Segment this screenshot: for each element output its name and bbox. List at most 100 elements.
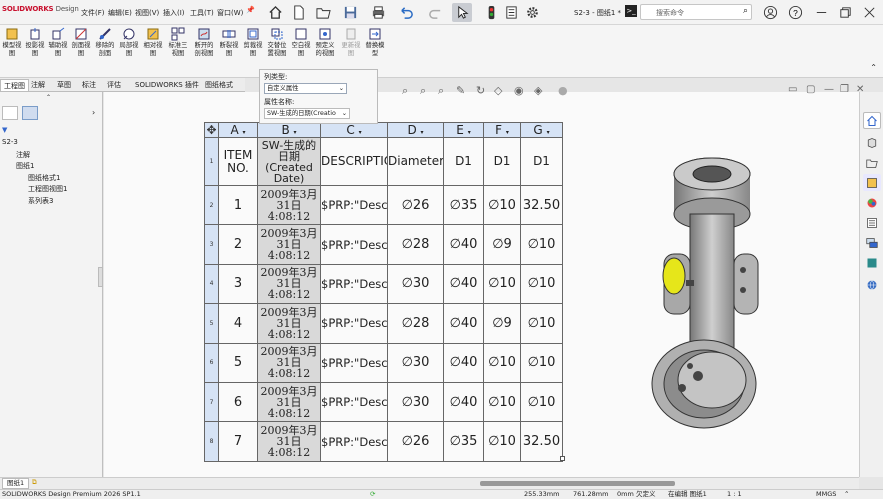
panel-expand-chevron-icon[interactable]: › — [92, 108, 95, 117]
viewport-split-icon[interactable]: ▭ — [788, 84, 797, 95]
tree-item-sheet1[interactable]: 图纸1 — [16, 161, 34, 171]
table-cell[interactable]: ∅28 — [387, 303, 444, 344]
tab-markup[interactable]: 标注 — [79, 79, 99, 91]
table-cell[interactable]: ∅40 — [443, 303, 484, 344]
table-cell[interactable]: 6 — [218, 381, 258, 423]
table-cell[interactable]: ∅35 — [443, 421, 484, 462]
tab-annotation[interactable]: 注解 — [28, 79, 48, 91]
ribbon-detail-view-button[interactable]: 局部视图 — [117, 27, 141, 77]
hide-show-icon[interactable]: ◈ — [534, 84, 542, 97]
custom-properties-icon[interactable] — [863, 214, 881, 231]
save-icon[interactable] — [340, 3, 360, 22]
3dexperience-icon[interactable] — [863, 254, 881, 271]
table-cell[interactable]: 7 — [218, 421, 258, 462]
header-cell-selected[interactable]: SW-生成的日期(Created Date) — [257, 137, 321, 186]
row-number[interactable]: 7 — [204, 381, 219, 423]
print-icon[interactable] — [368, 3, 388, 22]
row-number[interactable]: 1 — [204, 137, 219, 186]
column-type-select[interactable]: 自定义属性 ⌄ — [264, 83, 347, 94]
design-library-icon[interactable] — [863, 134, 881, 151]
table-cell[interactable]: 2009年3月31日 4:08:12 — [257, 381, 321, 423]
globe-icon[interactable] — [863, 276, 881, 293]
table-cell[interactable]: 32.50 — [520, 184, 563, 226]
row-number[interactable]: 4 — [204, 263, 219, 305]
property-name-select[interactable]: SW-生成的日期(Creatio ⌄ — [264, 108, 350, 119]
viewport-expand-icon[interactable]: ▢ — [806, 84, 815, 95]
ribbon-relative-view-button[interactable]: 相对视图 — [141, 27, 165, 77]
solidworks-resources-icon[interactable] — [863, 112, 881, 129]
table-cell[interactable]: $PRP:"Description" — [320, 224, 388, 265]
appearance-icon[interactable]: ● — [558, 84, 568, 97]
table-cell[interactable]: 4 — [218, 303, 258, 344]
pan-icon[interactable]: ✎ — [456, 84, 465, 97]
column-letter-e[interactable]: E ▾ — [443, 122, 484, 138]
row-number[interactable]: 3 — [204, 224, 219, 265]
header-cell[interactable]: D1 — [483, 137, 521, 186]
tree-item-sheet-format1[interactable]: 图纸格式1 — [28, 173, 60, 183]
tree-item-annotations[interactable]: 注解 — [16, 150, 30, 160]
header-cell[interactable]: D1 — [443, 137, 484, 186]
user-account-icon[interactable] — [760, 3, 780, 22]
tab-addins[interactable]: SOLIDWORKS 插件 — [132, 79, 202, 91]
display-style-icon[interactable]: ◉ — [514, 84, 524, 97]
table-cell[interactable]: ∅30 — [387, 263, 444, 305]
forum-icon[interactable] — [863, 234, 881, 251]
column-letter-b[interactable]: B ▾ — [257, 122, 321, 138]
ribbon-collapse-chevron-icon[interactable]: ⌃ — [870, 63, 877, 72]
status-scale[interactable]: 1 : 1 — [727, 490, 742, 499]
ribbon-auxiliary-view-button[interactable]: 辅助视图 — [46, 27, 70, 77]
menu-edit[interactable]: 编辑(E) — [108, 8, 132, 18]
table-cell[interactable]: ∅40 — [443, 342, 484, 383]
part-3d-model[interactable] — [642, 154, 780, 440]
table-cell[interactable]: 2009年3月31日 4:08:12 — [257, 421, 321, 462]
table-cell[interactable]: ∅30 — [387, 381, 444, 423]
filter-icon[interactable]: ▼ — [2, 126, 7, 134]
table-cell[interactable]: ∅26 — [387, 184, 444, 226]
menu-tools[interactable]: 工具(T) — [190, 8, 214, 18]
general-table[interactable]: ✥ A ▾ B ▾ C ▾ D ▾ E ▾ F ▾ G ▾ 1 ITEM NO.… — [204, 122, 565, 462]
close-window-icon[interactable] — [859, 3, 879, 22]
table-cell[interactable]: 3 — [218, 263, 258, 305]
row-number[interactable]: 8 — [204, 421, 219, 462]
table-cell[interactable]: ∅10 — [520, 381, 563, 423]
search-commands-input[interactable]: 搜索命令 ⌕ — [640, 4, 752, 20]
panel-resize-handle[interactable] — [98, 267, 103, 287]
new-document-icon[interactable] — [288, 3, 308, 22]
header-cell[interactable]: DESCRIPTION — [320, 137, 388, 186]
tree-item-drawing-view1[interactable]: 工程图视图1 — [28, 184, 67, 194]
view-orientation-icon[interactable]: ◇ — [494, 84, 502, 97]
table-cell[interactable]: ∅28 — [387, 224, 444, 265]
table-cell[interactable]: 32.50 — [520, 421, 563, 462]
table-cell[interactable]: $PRP:"Description" — [320, 303, 388, 344]
home-icon[interactable] — [265, 3, 285, 22]
zoom-area-icon[interactable]: ⌕ — [420, 84, 426, 98]
ribbon-removed-section-button[interactable]: 移除的剖面 — [93, 27, 117, 77]
horizontal-scrollbar[interactable] — [480, 481, 675, 486]
ribbon-broken-out-section-button[interactable]: 断开的剖视图 — [192, 27, 216, 77]
table-cell[interactable]: ∅10 — [520, 224, 563, 265]
row-number[interactable]: 6 — [204, 342, 219, 383]
table-cell[interactable]: ∅10 — [483, 184, 521, 226]
header-cell[interactable]: ITEM NO. — [218, 137, 258, 186]
table-cell[interactable]: $PRP:"Description" — [320, 342, 388, 383]
property-manager-tab-icon[interactable] — [22, 106, 38, 120]
pin-icon[interactable]: 📌 — [246, 6, 255, 14]
tab-evaluate[interactable]: 评估 — [104, 79, 124, 91]
table-resize-handle[interactable] — [560, 456, 565, 461]
ribbon-projected-view-button[interactable]: 投影视图 — [23, 27, 47, 77]
view-palette-icon[interactable] — [863, 174, 881, 191]
table-cell[interactable]: ∅10 — [483, 421, 521, 462]
row-number[interactable]: 5 — [204, 303, 219, 344]
ribbon-section-view-button[interactable]: 剖面视图 — [69, 27, 93, 77]
table-cell[interactable]: 2009年3月31日 4:08:12 — [257, 224, 321, 265]
table-cell[interactable]: 2009年3月31日 4:08:12 — [257, 303, 321, 344]
column-letter-c[interactable]: C ▾ — [320, 122, 388, 138]
table-cell[interactable]: $PRP:"Description" — [320, 421, 388, 462]
table-cell[interactable]: ∅10 — [483, 342, 521, 383]
table-cell[interactable]: ∅10 — [520, 342, 563, 383]
previous-view-icon[interactable]: ⌕ — [438, 84, 444, 98]
zoom-to-fit-icon[interactable]: ⌕ — [402, 84, 408, 98]
column-letter-f[interactable]: F ▾ — [483, 122, 521, 138]
table-cell[interactable]: 5 — [218, 342, 258, 383]
table-cell[interactable]: ∅35 — [443, 184, 484, 226]
